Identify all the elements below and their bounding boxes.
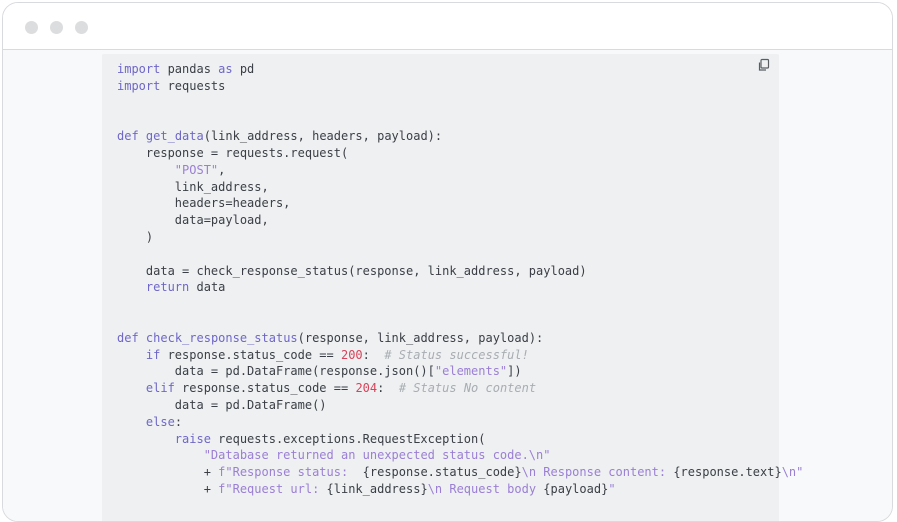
code-token: pd bbox=[232, 62, 255, 76]
code-line: data=payload, bbox=[117, 212, 803, 229]
code-line: + f"Response status: {response.status_co… bbox=[117, 464, 804, 481]
window-minimize-dot[interactable] bbox=[50, 21, 63, 34]
code-token: ) bbox=[117, 229, 154, 244]
code-token: return bbox=[145, 280, 190, 295]
code-token: response.status_code == bbox=[174, 381, 356, 396]
code-token: \n Request body bbox=[427, 481, 544, 496]
code-line: ) bbox=[117, 229, 803, 246]
code-token: {payload} bbox=[543, 481, 609, 496]
code-line: link_address, bbox=[117, 179, 803, 196]
code-token: else bbox=[145, 414, 175, 429]
code-token: f"Request url: bbox=[218, 481, 327, 496]
code-block: import pandas as pdimport requests​​def … bbox=[102, 54, 803, 521]
code-token: requests bbox=[160, 78, 226, 93]
code-token: data = pd.DataFrame(response.json()[ bbox=[117, 364, 435, 379]
code-token: : bbox=[377, 381, 399, 396]
window-close-dot[interactable] bbox=[25, 21, 38, 34]
code-token: "POST" bbox=[174, 162, 219, 177]
code-line: "Database returned an unexpected status … bbox=[117, 447, 803, 464]
code-token: elif bbox=[145, 381, 175, 396]
code-token: data = pd.DataFrame() bbox=[117, 397, 327, 412]
browser-window: import pandas as pdimport requests​​def … bbox=[2, 2, 893, 522]
code-token: "Database returned an unexpected status … bbox=[203, 448, 551, 463]
code-token: (response, link_address, payload): bbox=[297, 330, 544, 345]
code-token: get_data bbox=[145, 129, 204, 144]
code-token: check_response_status bbox=[145, 330, 298, 345]
code-token: {link_address} bbox=[326, 481, 428, 496]
code-line: + f"Request url: {link_address}\n Reques… bbox=[117, 481, 803, 498]
code-token: if bbox=[145, 347, 161, 362]
code-content: import pandas as pdimport requests​​def … bbox=[117, 61, 803, 498]
code-token: import bbox=[117, 62, 161, 76]
code-token: as bbox=[218, 62, 233, 76]
code-token: ]) bbox=[507, 364, 522, 379]
code-token: data bbox=[189, 280, 226, 295]
code-token: 204 bbox=[355, 381, 378, 396]
code-token: " bbox=[608, 481, 616, 496]
code-line: def get_data(link_address, headers, payl… bbox=[117, 128, 803, 145]
code-line: headers=headers, bbox=[117, 195, 803, 212]
code-token: def bbox=[117, 330, 139, 345]
code-token: f"Response status: bbox=[218, 465, 363, 480]
code-token: headers=headers, bbox=[117, 196, 291, 211]
code-line: ​ bbox=[117, 111, 803, 128]
code-token: (link_address, headers, payload): bbox=[203, 129, 443, 144]
code-token: \n" bbox=[781, 465, 804, 480]
code-token: + bbox=[117, 465, 219, 480]
code-line: ​ bbox=[117, 246, 803, 263]
code-token: {response.text} bbox=[673, 465, 782, 480]
code-line: response = requests.request( bbox=[117, 145, 803, 162]
code-line: raise requests.exceptions.RequestExcepti… bbox=[117, 431, 803, 448]
code-line: "POST", bbox=[117, 162, 803, 179]
code-line: else: bbox=[117, 414, 803, 431]
code-token: response.status_code == bbox=[160, 347, 341, 362]
code-line: elif response.status_code == 204: # Stat… bbox=[117, 380, 803, 397]
code-token: def bbox=[117, 129, 139, 144]
window-maximize-dot[interactable] bbox=[75, 21, 88, 34]
code-line: import requests bbox=[117, 78, 803, 95]
code-line: data = check_response_status(response, l… bbox=[117, 263, 803, 280]
code-token: , bbox=[218, 162, 226, 177]
code-line: import pandas as pd bbox=[117, 61, 803, 78]
window-titlebar bbox=[3, 3, 892, 50]
code-line: ​ bbox=[117, 95, 803, 112]
code-token: : bbox=[174, 414, 183, 429]
code-token: import bbox=[117, 78, 161, 93]
code-line: ​ bbox=[117, 313, 803, 330]
code-token: data=payload, bbox=[117, 213, 269, 228]
code-token: : bbox=[362, 347, 385, 362]
code-token: {response.status_code} bbox=[362, 465, 522, 480]
code-line: data = pd.DataFrame(response.json()["ele… bbox=[117, 363, 803, 380]
code-token: data = check_response_status(response, l… bbox=[117, 263, 587, 278]
code-token: "elements" bbox=[434, 364, 508, 379]
code-token: requests.exceptions.RequestException( bbox=[210, 431, 486, 446]
code-token: \n Response content: bbox=[521, 465, 674, 480]
code-token: 200 bbox=[340, 347, 363, 362]
code-token: pandas bbox=[160, 62, 219, 76]
code-token: + bbox=[117, 481, 219, 496]
code-token: # Status No content bbox=[398, 381, 537, 396]
code-token: response = requests.request( bbox=[117, 145, 349, 160]
code-line: def check_response_status(response, link… bbox=[117, 330, 803, 347]
code-token: raise bbox=[174, 431, 211, 446]
code-line: return data bbox=[117, 279, 803, 296]
code-token: # Status successful! bbox=[384, 347, 529, 362]
code-line: data = pd.DataFrame() bbox=[117, 397, 803, 414]
code-line: ​ bbox=[117, 296, 803, 313]
code-line: if response.status_code == 200: # Status… bbox=[117, 347, 803, 364]
code-token: link_address, bbox=[117, 179, 269, 194]
page-content: import pandas as pdimport requests​​def … bbox=[3, 50, 892, 521]
